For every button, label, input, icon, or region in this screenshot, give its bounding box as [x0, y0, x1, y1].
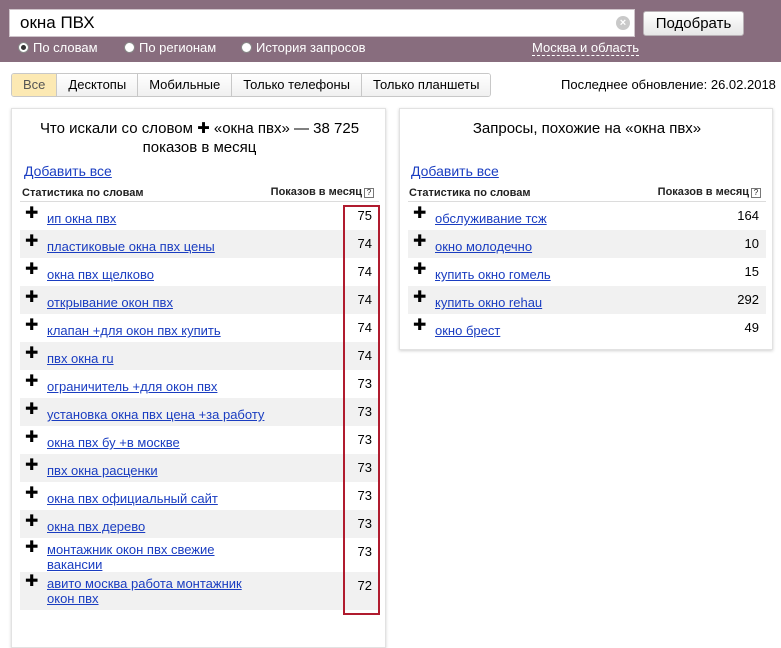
add-phrase-icon[interactable]: ✚ — [25, 458, 38, 474]
add-phrase-icon[interactable]: ✚ — [25, 430, 38, 446]
add-phrase-icon[interactable]: ✚ — [25, 346, 38, 362]
list-item: ✚ окно брест 49 — [408, 314, 766, 342]
list-item: ✚ окна пвх дерево 73 — [20, 510, 379, 538]
column-header-label: Показов в месяц — [270, 186, 362, 198]
shows-count: 10 — [744, 236, 759, 251]
phrase-link[interactable]: ип окна пвх — [47, 211, 116, 226]
list-item: ✚ ограничитель +для окон пвх 73 — [20, 370, 379, 398]
add-phrase-icon[interactable]: ✚ — [25, 486, 38, 502]
list-item: ✚ клапан +для окон пвх купить 74 — [20, 314, 379, 342]
tab-phones-only[interactable]: Только телефоны — [232, 74, 363, 96]
panel-title: Запросы, похожие на «окна пвх» — [472, 120, 702, 137]
add-phrase-icon[interactable]: ✚ — [413, 206, 426, 222]
add-phrase-icon[interactable]: ✚ — [25, 262, 38, 278]
phrase-link[interactable]: обслуживание тсж — [435, 211, 547, 226]
mode-history[interactable]: История запросов — [241, 40, 366, 55]
phrase-link[interactable]: окна пвх официальный сайт — [47, 491, 218, 506]
mode-label: История запросов — [256, 40, 366, 55]
list-item: ✚ окна пвх щелково 74 — [20, 258, 379, 286]
mode-label: По регионам — [139, 40, 217, 55]
phrase-link[interactable]: клапан +для окон пвх купить — [47, 323, 221, 338]
list-item: ✚ купить окно rehau 292 — [408, 286, 766, 314]
shows-count: 292 — [737, 292, 759, 307]
clear-icon[interactable]: × — [616, 16, 630, 30]
column-header-shows: Показов в месяц? — [658, 186, 761, 198]
device-tabs: Все Десктопы Мобильные Только телефоны Т… — [11, 73, 492, 97]
list-item: ✚ окна пвх бу +в москве 73 — [20, 426, 379, 454]
radio-icon[interactable] — [18, 42, 29, 53]
add-phrase-icon[interactable]: ✚ — [25, 514, 38, 530]
submit-button[interactable]: Подобрать — [643, 11, 744, 36]
add-phrase-icon[interactable]: ✚ — [25, 290, 38, 306]
phrase-link[interactable]: пвх окна расценки — [47, 463, 158, 478]
mode-by-words[interactable]: По словам — [18, 40, 98, 55]
add-phrase-icon[interactable]: ✚ — [413, 318, 426, 334]
list-item: ✚ купить окно гомель 15 — [408, 258, 766, 286]
add-phrase-icon[interactable]: ✚ — [25, 206, 38, 222]
phrase-link[interactable]: окна пвх щелково — [47, 267, 154, 282]
add-all-button[interactable]: Добавить все — [24, 163, 112, 179]
phrase-link[interactable]: ограничитель +для окон пвх — [47, 379, 217, 394]
help-icon[interactable]: ? — [751, 188, 761, 198]
help-icon[interactable]: ? — [364, 188, 374, 198]
search-header: × Подобрать По словам По регионам Истори… — [0, 0, 781, 62]
list-item: ✚ авито москва работа монтажник окон пвх 7… — [20, 572, 379, 610]
add-phrase-icon[interactable]: ✚ — [413, 262, 426, 278]
phrase-link[interactable]: окна пвх бу +в москве — [47, 435, 180, 450]
column-header-label: Показов в месяц — [657, 186, 749, 198]
similar-panel: Запросы, похожие на «окна пвх» Добавить … — [399, 108, 773, 350]
list-item: ✚ окна пвх официальный сайт 73 — [20, 482, 379, 510]
phrase-link[interactable]: окно молодечно — [435, 239, 532, 254]
list-item: ✚ пвх окна ru 74 — [20, 342, 379, 370]
add-phrase-icon[interactable]: ✚ — [25, 574, 38, 590]
phrase-link[interactable]: купить окно гомель — [435, 267, 551, 282]
phrase-link[interactable]: купить окно rehau — [435, 295, 542, 310]
phrase-link[interactable]: открывание окон пвх — [47, 295, 173, 310]
add-phrase-icon[interactable]: ✚ — [25, 540, 38, 556]
phrase-link[interactable]: монтажник окон пвх свежие вакансии — [47, 542, 257, 572]
tab-tablets-only[interactable]: Только планшеты — [362, 74, 491, 96]
last-update: Последнее обновление: 26.02.2018 — [561, 77, 776, 92]
list-item: ✚ установка окна пвх цена +за работу 73 — [20, 398, 379, 426]
list-item: ✚ монтажник окон пвх свежие вакансии 73 — [20, 538, 379, 573]
search-input[interactable] — [10, 10, 610, 36]
region-selector[interactable]: Москва и область — [532, 40, 640, 56]
list-item: ✚ обслуживание тсж 164 — [408, 202, 766, 230]
panel-title: Что искали со словом ✚ «окна пвх» — 38 7… — [39, 120, 360, 156]
add-phrase-icon[interactable]: ✚ — [413, 234, 426, 250]
radio-icon[interactable] — [124, 42, 135, 53]
shows-count: 164 — [737, 208, 759, 223]
mode-by-regions[interactable]: По регионам — [124, 40, 216, 55]
add-phrase-icon[interactable]: ✚ — [25, 234, 38, 250]
phrase-link[interactable]: пластиковые окна пвх цены — [47, 239, 215, 254]
phrase-link[interactable]: окно брест — [435, 323, 500, 338]
tab-mobile[interactable]: Мобильные — [138, 74, 233, 96]
add-all-button[interactable]: Добавить все — [411, 163, 499, 179]
search-field[interactable]: × — [9, 9, 635, 37]
shows-count: 49 — [744, 320, 759, 335]
phrase-link[interactable]: авито москва работа монтажник окон пвх — [47, 576, 257, 606]
shows-count: 15 — [744, 264, 759, 279]
column-header-words: Статистика по словам — [409, 187, 531, 199]
list-item: ✚ пластиковые окна пвх цены 74 — [20, 230, 379, 258]
radio-icon[interactable] — [241, 42, 252, 53]
mode-label: По словам — [33, 40, 98, 55]
column-header-words: Статистика по словам — [22, 187, 144, 199]
phrase-link[interactable]: пвх окна ru — [47, 351, 114, 366]
tab-all[interactable]: Все — [12, 74, 58, 96]
add-phrase-icon[interactable]: ✚ — [413, 290, 426, 306]
highlight-annotation — [343, 205, 380, 615]
tab-desktops[interactable]: Десктопы — [57, 74, 139, 96]
list-item: ✚ окно молодечно 10 — [408, 230, 766, 258]
list-item: ✚ открывание окон пвх 74 — [20, 286, 379, 314]
add-phrase-icon[interactable]: ✚ — [25, 318, 38, 334]
list-item: ✚ ип окна пвх 75 — [20, 202, 379, 230]
phrase-link[interactable]: установка окна пвх цена +за работу — [47, 407, 264, 422]
add-phrase-icon[interactable]: ✚ — [25, 402, 38, 418]
add-phrase-icon[interactable]: ✚ — [25, 374, 38, 390]
phrase-link[interactable]: окна пвх дерево — [47, 519, 145, 534]
words-panel: Что искали со словом ✚ «окна пвх» — 38 7… — [11, 108, 386, 648]
list-item: ✚ пвх окна расценки 73 — [20, 454, 379, 482]
column-header-shows: Показов в месяц? — [271, 186, 374, 198]
